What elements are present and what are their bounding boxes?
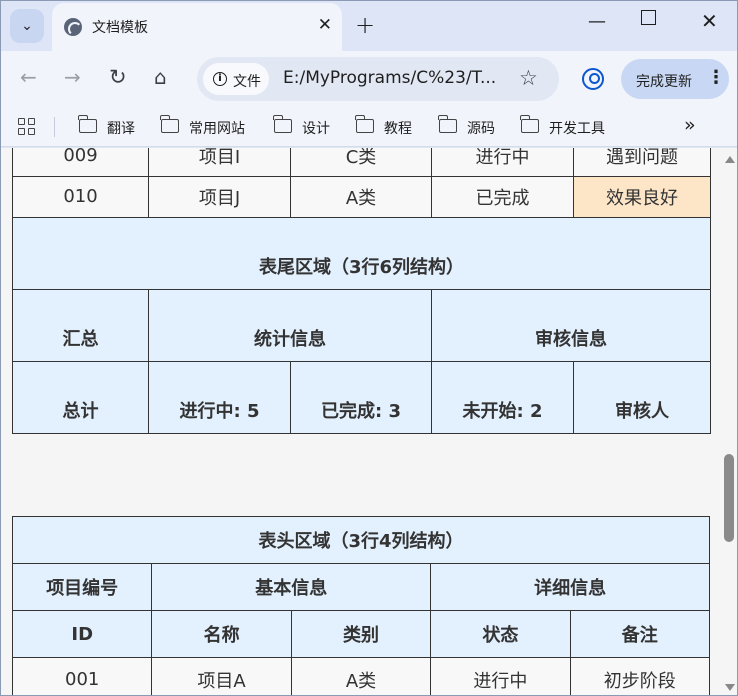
- folder-icon: [355, 115, 374, 133]
- maximize-button[interactable]: [641, 10, 656, 25]
- header-note: 备注: [569, 610, 711, 658]
- footer-reviewer: 审核人: [573, 360, 711, 434]
- tab-title: 文档模板: [92, 20, 148, 36]
- header-category: 类别: [290, 610, 432, 658]
- bookmarks-bar: 翻译 常用网站 设计 教程 源码 开发工具 »: [1, 107, 737, 147]
- header-row-1: 项目编号 基本信息 详细信息: [11, 563, 710, 611]
- cell-status: 进行中: [430, 657, 571, 695]
- table-row: 009 项目I C类 进行中 遇到问题: [12, 148, 711, 177]
- cell-status: 已完成: [431, 175, 574, 218]
- vertical-scrollbar[interactable]: [723, 148, 737, 695]
- folder-icon: [160, 115, 179, 133]
- tab-strip: ⌄ 文档模板 ✕ + — ✕: [1, 1, 737, 51]
- close-tab-icon[interactable]: ✕: [318, 15, 332, 35]
- footer-title: 表尾区域（3行6列结构）: [12, 216, 711, 290]
- info-icon: i: [213, 72, 227, 86]
- table-2: 表头区域（3行4列结构） 项目编号 基本信息 详细信息 ID 名称 类别 状态 …: [11, 516, 711, 695]
- footer-completed: 已完成: 3: [290, 360, 432, 434]
- update-button[interactable]: 完成更新 ⋮: [621, 59, 729, 99]
- cell-id: 010: [12, 175, 149, 218]
- forward-button[interactable]: →: [64, 65, 81, 89]
- footer-summary: 汇总: [12, 288, 149, 362]
- header-name: 名称: [151, 610, 292, 658]
- folder-icon: [520, 115, 539, 133]
- header-project-number: 项目编号: [11, 563, 153, 611]
- cell-status: 进行中: [431, 148, 574, 177]
- table-row: 010 项目J A类 已完成 效果良好: [12, 175, 711, 218]
- header-status: 状态: [430, 610, 571, 658]
- cell-note: 遇到问题: [573, 148, 711, 177]
- home-button[interactable]: ⌂: [154, 65, 167, 89]
- footer-total: 总计: [12, 360, 149, 434]
- file-label: 文件: [233, 74, 261, 90]
- cell-category: A类: [290, 657, 432, 695]
- bookmark-star-icon[interactable]: ☆: [519, 66, 538, 90]
- header-basic-info: 基本信息: [151, 563, 432, 611]
- header-detail-info: 详细信息: [430, 563, 710, 611]
- cell-name: 项目A: [151, 657, 292, 695]
- more-menu-icon[interactable]: ⋮: [707, 67, 725, 88]
- back-button[interactable]: ←: [20, 65, 37, 89]
- folder-icon: [273, 115, 292, 133]
- new-tab-button[interactable]: +: [355, 11, 375, 39]
- apps-grid-icon[interactable]: [18, 118, 36, 136]
- globe-icon: [64, 18, 82, 36]
- address-bar[interactable]: i 文件 E:/MyPrograms/C%23/T... ☆: [197, 57, 559, 101]
- cell-id: 009: [12, 148, 149, 177]
- header-title-row: 表头区域（3行4列结构）: [12, 516, 710, 564]
- footer-not-started: 未开始: 2: [431, 360, 574, 434]
- footer-in-progress: 进行中: 5: [148, 360, 291, 434]
- footer-row-1: 汇总 统计信息 审核信息: [12, 288, 711, 362]
- footer-review-header: 审核信息: [431, 288, 711, 362]
- cell-id: 001: [11, 657, 153, 695]
- close-window-button[interactable]: ✕: [701, 9, 718, 33]
- cell-note-highlighted: 效果良好: [573, 175, 711, 218]
- table-row: 001 项目A A类 进行中 初步阶段: [11, 657, 711, 695]
- scrollbar-thumb[interactable]: [724, 454, 734, 542]
- toolbar: ← → ↻ ⌂ i 文件 E:/MyPrograms/C%23/T... ☆ 完…: [1, 51, 737, 107]
- footer-row-2: 总计 进行中: 5 已完成: 3 未开始: 2 审核人: [12, 360, 711, 434]
- folder-icon: [438, 115, 457, 133]
- header-row-2: ID 名称 类别 状态 备注: [11, 610, 711, 658]
- scroll-up-arrow-icon[interactable]: [725, 156, 735, 163]
- table-1: 009 项目I C类 进行中 遇到问题 010 项目J A类 已完成 效果良好 …: [12, 148, 711, 434]
- scroll-down-arrow-icon[interactable]: [725, 684, 735, 691]
- folder-icon: [78, 115, 97, 133]
- page-content: 009 项目I C类 进行中 遇到问题 010 项目J A类 已完成 效果良好 …: [1, 148, 723, 695]
- cell-category: A类: [290, 175, 432, 218]
- profile-icon[interactable]: [582, 68, 604, 90]
- update-label: 完成更新: [636, 74, 692, 90]
- active-tab[interactable]: 文档模板 ✕: [52, 3, 342, 51]
- more-bookmarks-icon[interactable]: »: [684, 114, 696, 136]
- cell-note: 初步阶段: [569, 657, 711, 695]
- url-text[interactable]: E:/MyPrograms/C%23/T...: [283, 68, 496, 88]
- header-title: 表头区域（3行4列结构）: [12, 516, 710, 564]
- browser-window: ⌄ 文档模板 ✕ + — ✕ ← → ↻ ⌂ i 文件 E:/MyProgram…: [0, 0, 738, 696]
- cell-name: 项目J: [148, 175, 291, 218]
- cell-category: C类: [290, 148, 432, 177]
- footer-title-row: 表尾区域（3行6列结构）: [12, 216, 711, 290]
- cell-name: 项目I: [148, 148, 291, 177]
- tab-search-button[interactable]: ⌄: [10, 9, 44, 43]
- reload-button[interactable]: ↻: [109, 65, 127, 89]
- bookmarks-divider: [54, 117, 55, 137]
- site-info-chip[interactable]: i 文件: [203, 63, 269, 95]
- header-id: ID: [11, 610, 153, 658]
- footer-stats-header: 统计信息: [148, 288, 432, 362]
- minimize-button[interactable]: —: [588, 11, 606, 32]
